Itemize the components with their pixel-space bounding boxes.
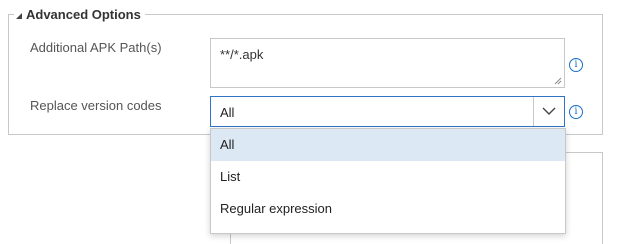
option-all[interactable]: All — [211, 129, 565, 161]
option-list[interactable]: List — [211, 161, 565, 193]
select-current-value: All — [220, 105, 235, 120]
replace-version-codes-info-icon[interactable]: i — [569, 105, 583, 119]
option-regular-expression[interactable]: Regular expression — [211, 193, 565, 225]
select-divider — [533, 97, 534, 126]
replace-version-codes-dropdown: All List Regular expression — [210, 128, 566, 234]
advanced-options-toggle[interactable]: Advanced Options — [14, 5, 145, 23]
resize-grip-icon[interactable] — [554, 77, 562, 85]
replace-version-codes-label: Replace version codes — [30, 98, 162, 113]
apk-paths-value: **/*.apk — [220, 47, 264, 62]
apk-paths-textarea[interactable]: **/*.apk — [210, 38, 565, 88]
apk-paths-info-icon[interactable]: i — [569, 58, 583, 72]
caret-expanded-icon — [16, 12, 22, 19]
replace-version-codes-select[interactable]: All — [210, 96, 565, 127]
build-task-panel: Advanced Options Additional APK Path(s) … — [0, 0, 630, 244]
chevron-down-icon — [542, 107, 556, 115]
apk-paths-label: Additional APK Path(s) — [30, 40, 162, 55]
advanced-options-title: Advanced Options — [26, 6, 141, 22]
